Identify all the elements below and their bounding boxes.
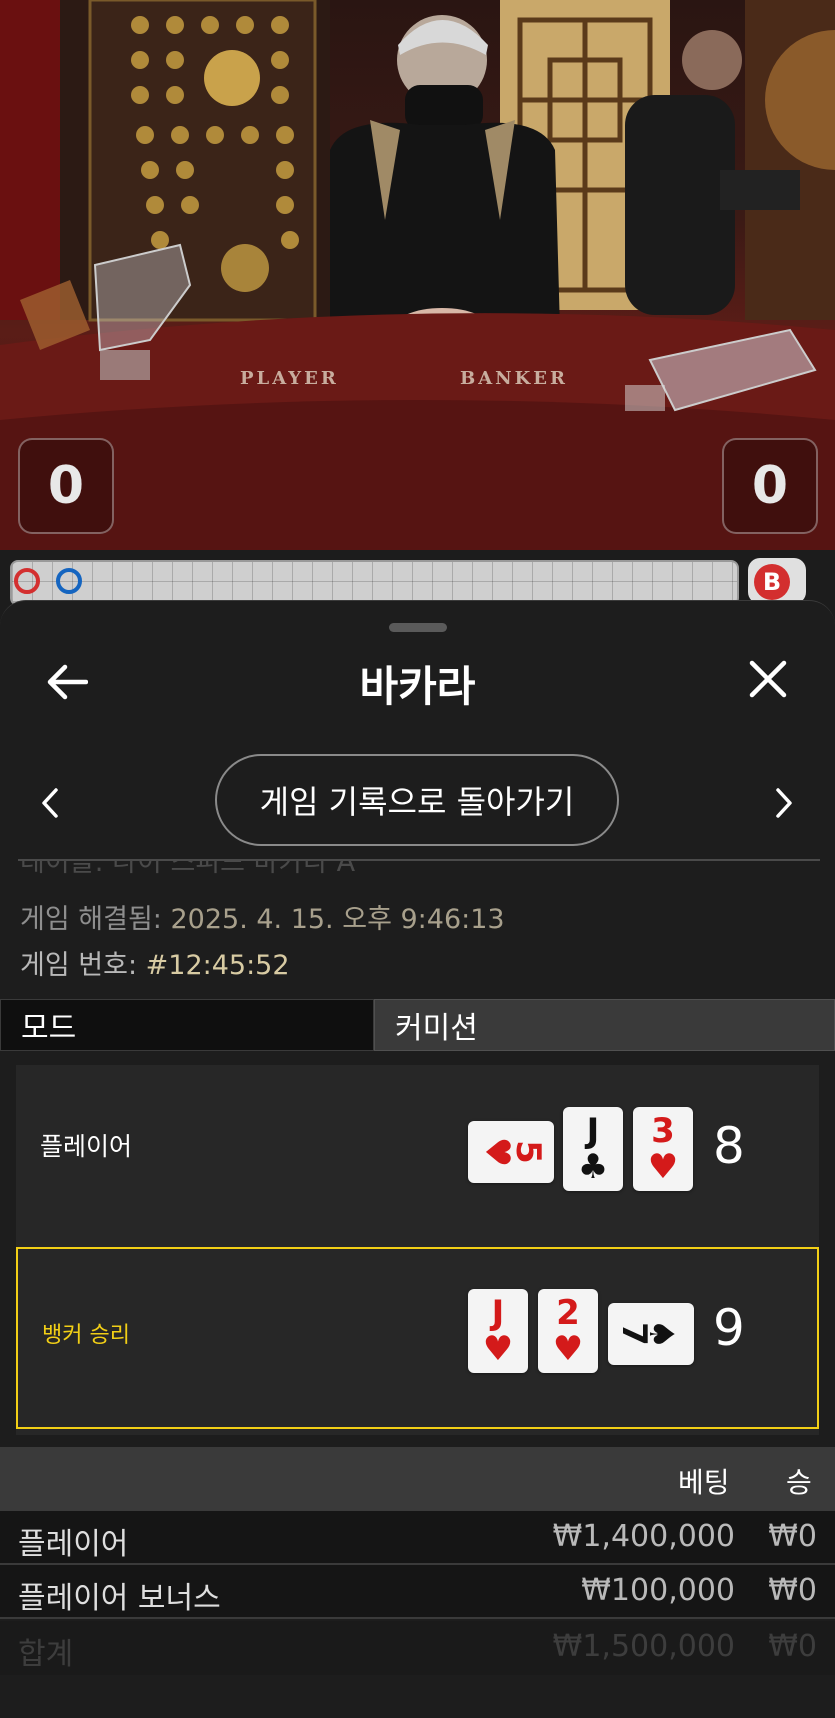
table-row: 플레이어 보너스 ₩100,000 ₩0 [0,1565,835,1619]
banker-card-1: J ♥ [468,1289,528,1373]
bets-table-header: 베팅 승 [0,1447,835,1511]
table-row: 플레이어 ₩1,400,000 ₩0 [0,1511,835,1565]
bet-name: 플레이어 보너스 [18,1581,221,1616]
game-detail-sheet: 바카라 게임 기록으로 돌아가기 테이블: 나이 스피드 바카라 A 게임 해결… [0,600,835,1718]
spade-icon: ♠ [640,1318,681,1350]
page-title: 바카라 [359,662,476,711]
banker-score: 0 [722,438,818,534]
game-number: 게임 번호: #12:45:52 [20,943,290,982]
resolved-value: 2025. 4. 15. 오후 9:46:13 [170,904,505,935]
chevron-left-icon[interactable] [38,786,62,820]
back-to-history-button[interactable]: 게임 기록으로 돌아가기 [215,754,619,846]
tab-commission[interactable]: 커미션 [374,999,835,1051]
win-amount: ₩0 [768,1629,817,1664]
card-rank: J [491,1293,505,1333]
heart-icon: ♥ [647,1147,679,1187]
tab-mode[interactable]: 모드 [0,999,374,1051]
player-score: 0 [18,438,114,534]
banker-card-2: 2 ♥ [538,1289,598,1373]
player-ring-icon [56,568,82,594]
player-hand-row: 플레이어 ♥ 5 J ♣ 3 ♥ 8 [16,1065,819,1237]
live-video-feed: PLAYER BANKER 0 0 [0,0,835,550]
bet-column-header: 베팅 [678,1466,730,1499]
banker-hand-label: 뱅커 승리 [42,1323,130,1348]
dealer-scene [0,0,835,550]
bet-amount: ₩1,400,000 [552,1519,735,1554]
game-number-label: 게임 번호: [20,950,138,981]
table-name-line: 테이블: 나이 스피드 바카라 A [20,859,356,878]
player-card-1: ♥ 5 [468,1121,554,1183]
table-player-label: PLAYER [240,368,339,389]
player-total: 8 [713,1117,745,1175]
win-amount: ₩0 [768,1519,817,1554]
game-number-value: #12:45:52 [145,950,290,981]
bet-amount: ₩1,500,000 [552,1629,735,1664]
banker-badge: B [754,564,790,600]
player-hand-label: 플레이어 [40,1132,133,1161]
heart-icon: ♥ [482,1329,514,1369]
win-column-header: 승 [786,1466,812,1499]
banker-card-3: 7 ♠ [608,1303,694,1365]
mode-tabs: 모드 커미션 [0,999,835,1051]
resolved-time: 게임 해결됨: 2025. 4. 15. 오후 9:46:13 [20,897,505,936]
drag-handle[interactable] [389,623,447,632]
resolved-label: 게임 해결됨: [20,904,162,935]
player-card-2: J ♣ [563,1107,623,1191]
card-rank: J [586,1111,600,1151]
heart-icon: ♥ [552,1329,584,1369]
table-row: 합계 ₩1,500,000 ₩0 [0,1621,835,1675]
card-rank: 2 [556,1293,580,1333]
card-rank: 3 [651,1111,675,1151]
bet-amount: ₩100,000 [581,1573,735,1608]
banker-hand-row: 뱅커 승리 J ♥ 2 ♥ 7 ♠ 9 [16,1247,819,1429]
bet-name: 합계 [18,1637,74,1672]
road-toggle-button[interactable]: B [748,558,806,604]
banker-ring-icon [14,568,40,594]
win-amount: ₩0 [768,1573,817,1608]
table-banker-label: BANKER [460,368,568,389]
hand-result-panel: 플레이어 ♥ 5 J ♣ 3 ♥ 8 뱅커 승리 J ♥ 2 ♥ 7 ♠ 9 [16,1065,819,1435]
card-rank: 5 [508,1140,549,1164]
banker-total: 9 [713,1299,745,1357]
player-card-3: 3 ♥ [633,1107,693,1191]
club-icon: ♣ [577,1147,609,1187]
bet-name: 플레이어 [18,1527,129,1562]
close-icon[interactable] [746,657,790,701]
history-nav: 게임 기록으로 돌아가기 [0,754,835,850]
chevron-right-icon[interactable] [772,786,796,820]
